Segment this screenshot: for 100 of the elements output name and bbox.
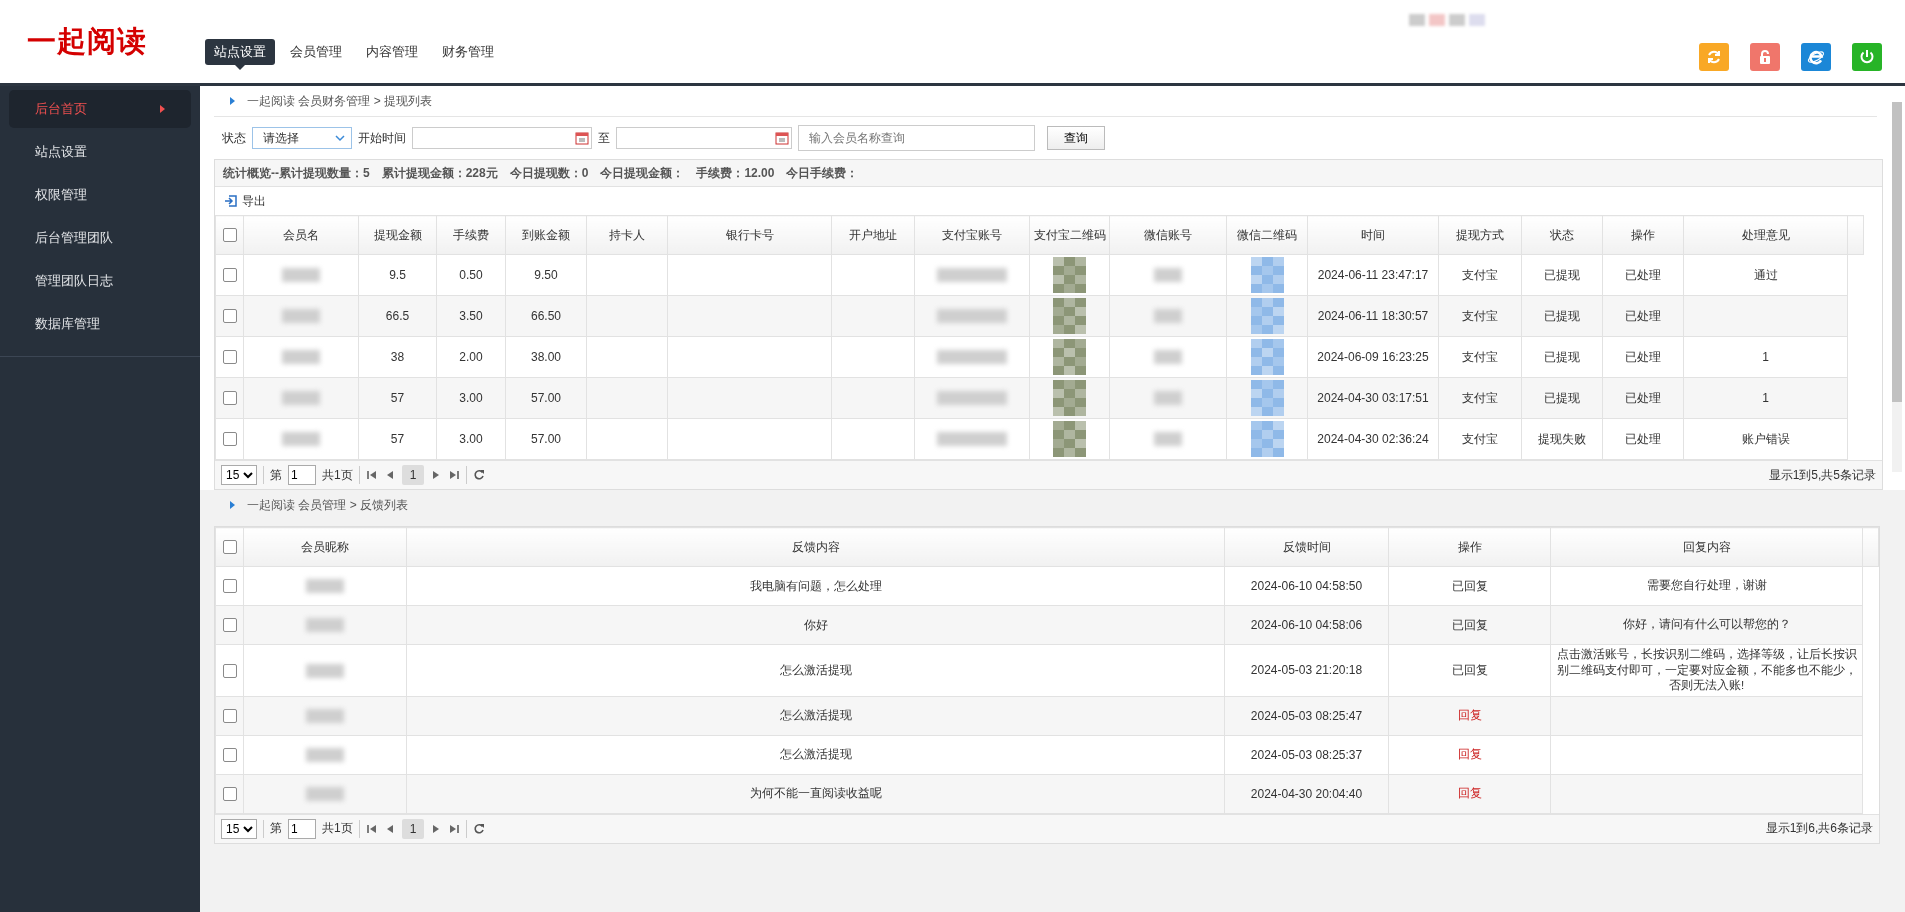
- first-page-icon[interactable]: [365, 469, 378, 481]
- table-cell: 3.50: [459, 309, 483, 323]
- reply-link[interactable]: 回复: [1457, 708, 1482, 723]
- status-select[interactable]: 请选择: [252, 127, 352, 149]
- calendar-icon[interactable]: [575, 131, 589, 145]
- reply-link[interactable]: 回复: [1457, 747, 1482, 762]
- checkbox[interactable]: [222, 579, 237, 594]
- calendar-icon[interactable]: [775, 131, 789, 145]
- table-cell: 已提现: [1544, 349, 1580, 364]
- field-label: 开始时间: [358, 129, 406, 147]
- table-cell: 57: [390, 391, 405, 405]
- checkbox[interactable]: [222, 432, 237, 447]
- sidebar-item[interactable]: 数据库管理: [9, 305, 191, 343]
- table-cell: 怎么激活提现: [779, 708, 852, 723]
- table-cell: 已处理: [1625, 431, 1661, 446]
- table-cell: 已处理: [1625, 390, 1661, 405]
- column-header: 会员名: [243, 215, 359, 255]
- pager-label: 第: [270, 466, 282, 484]
- table-cell: 怎么激活提现: [779, 747, 852, 762]
- blurred-text: [282, 268, 320, 283]
- page-size-select[interactable]: 15: [221, 465, 257, 485]
- page-number[interactable]: 1: [401, 465, 425, 485]
- table-cell: 已处理: [1625, 308, 1661, 323]
- search-field[interactable]: 输入会员名称查询: [798, 125, 1035, 151]
- sidebar-item[interactable]: 站点设置: [9, 133, 191, 171]
- date-field[interactable]: [412, 127, 592, 149]
- sidebar-item[interactable]: 后台首页: [9, 90, 191, 128]
- blurred-text: [1154, 350, 1182, 365]
- blurred-text: [306, 708, 344, 723]
- checkbox[interactable]: [222, 663, 237, 678]
- status-text: 已回复: [1451, 662, 1488, 677]
- date-field[interactable]: [616, 127, 792, 149]
- table-cell: 已提现: [1544, 308, 1580, 323]
- scrollbar[interactable]: [1892, 102, 1902, 472]
- checkbox[interactable]: [222, 268, 237, 283]
- table-cell: 2024-04-30 20:04:40: [1250, 786, 1363, 801]
- sidebar-item[interactable]: 后台管理团队: [9, 219, 191, 257]
- table-cell: 38: [390, 350, 405, 364]
- stat-text: 今日提现数：0: [509, 164, 589, 182]
- table-cell: 支付宝: [1462, 390, 1498, 405]
- column-header: 提现金额: [358, 215, 437, 255]
- blurred-text: [1154, 391, 1182, 406]
- last-page-icon[interactable]: [448, 469, 461, 481]
- table-cell: 支付宝: [1462, 349, 1498, 364]
- checkbox[interactable]: [222, 618, 237, 633]
- page-size-select[interactable]: 15: [221, 818, 257, 839]
- refresh-icon[interactable]: [473, 469, 486, 481]
- column-header: 反馈时间: [1224, 527, 1389, 567]
- record-summary: 显示1到6,共6条记录: [1765, 820, 1873, 838]
- pager-label: 共1页: [322, 820, 353, 838]
- nav-tab[interactable]: 财务管理: [433, 38, 503, 65]
- column-header: 支付宝二维码: [1029, 215, 1110, 255]
- column-header: 会员昵称: [243, 527, 407, 567]
- sidebar-item[interactable]: 管理团队日志: [9, 262, 191, 300]
- checkbox[interactable]: [222, 540, 237, 555]
- checkbox[interactable]: [222, 350, 237, 365]
- checkbox[interactable]: [222, 391, 237, 406]
- checkbox[interactable]: [222, 708, 237, 723]
- page-input[interactable]: 1: [288, 818, 316, 839]
- table-cell: 你好，请问有什么可以帮您的？: [1622, 618, 1791, 631]
- field-label: 状态: [222, 129, 246, 147]
- first-page-icon[interactable]: [365, 822, 378, 835]
- nav-tab[interactable]: 会员管理: [281, 38, 351, 65]
- page-number[interactable]: 1: [401, 818, 425, 839]
- table-cell: 点击激活账号，长按识别二维码，选择等级，让后长按识别二维码支付即可，一定要对应金额，不能多也不能少，否则无法入账!: [1556, 648, 1857, 692]
- breadcrumb: 一起阅读 会员财务管理 > 提现列表: [247, 92, 432, 110]
- last-page-icon[interactable]: [448, 822, 461, 835]
- page-input[interactable]: 1: [288, 465, 316, 485]
- table-cell: 2.00: [459, 350, 483, 364]
- export-button[interactable]: 导出: [215, 187, 1882, 215]
- table-cell: 0.50: [459, 268, 483, 282]
- table-cell: 2024-06-11 18:30:57: [1317, 309, 1429, 323]
- table-cell: 9.50: [534, 268, 558, 282]
- table-cell: 2024-06-11 23:47:17: [1317, 268, 1429, 282]
- blurred-text: [306, 618, 344, 633]
- tab-pointer: [235, 64, 245, 70]
- checkbox[interactable]: [222, 228, 237, 243]
- power-icon[interactable]: [1852, 42, 1882, 71]
- search-button[interactable]: 查询: [1047, 126, 1105, 150]
- checkbox[interactable]: [222, 747, 237, 762]
- table-cell: 9.5: [389, 268, 406, 282]
- table-cell: 已提现: [1544, 267, 1580, 282]
- table-cell: 已处理: [1625, 349, 1661, 364]
- blurred-text: [306, 786, 344, 801]
- checkbox[interactable]: [222, 309, 237, 324]
- sidebar-item[interactable]: 权限管理: [9, 176, 191, 214]
- table-cell: 2024-05-03 08:25:47: [1250, 708, 1363, 723]
- column-header: 支付宝账号: [914, 215, 1030, 255]
- table-cell: 2024-05-03 08:25:37: [1250, 747, 1363, 762]
- status-text: 已回复: [1451, 617, 1488, 632]
- padlock-icon[interactable]: [1750, 42, 1780, 71]
- reply-link[interactable]: 回复: [1457, 786, 1482, 801]
- site-logo: 一起阅读: [27, 23, 148, 59]
- nav-tab[interactable]: 内容管理: [357, 38, 427, 65]
- refresh-icon[interactable]: [473, 822, 486, 835]
- table-cell: 我电脑有问题，怎么处理: [749, 578, 882, 593]
- field-label: 至: [598, 129, 610, 147]
- browser-icon[interactable]: [1801, 42, 1831, 71]
- checkbox[interactable]: [222, 786, 237, 801]
- export-icon: [224, 195, 237, 207]
